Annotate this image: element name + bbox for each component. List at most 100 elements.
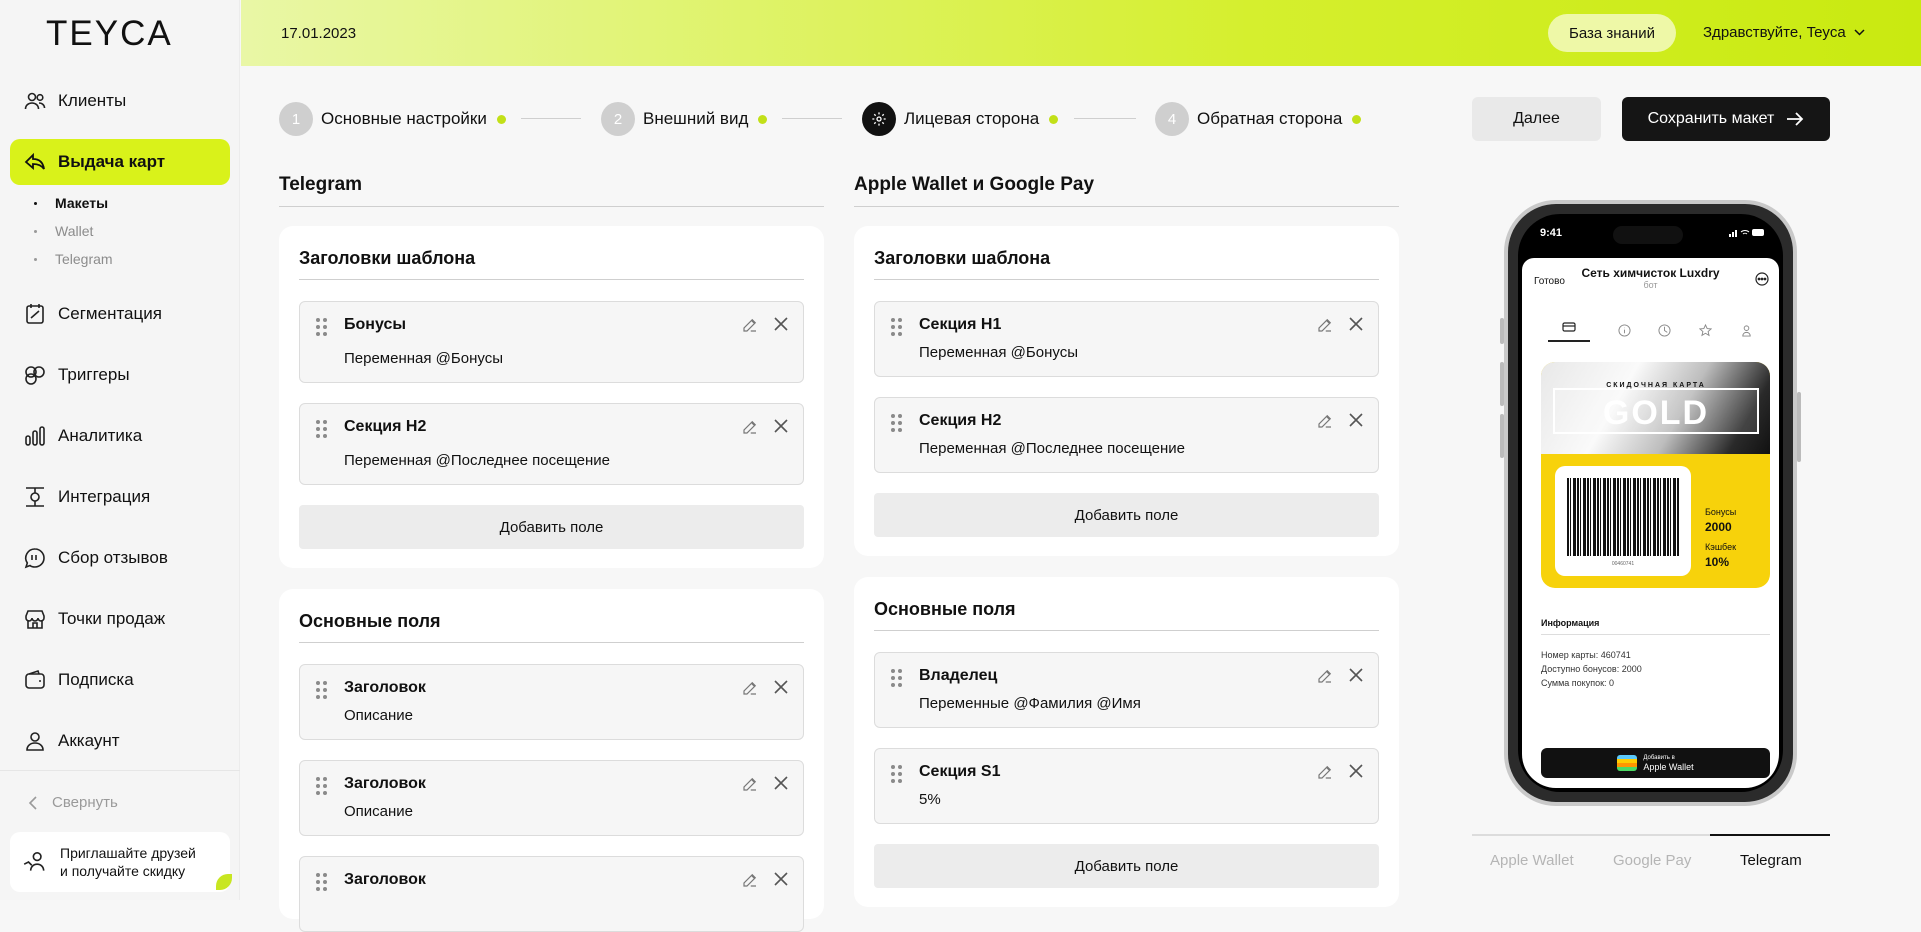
drag-handle-icon[interactable] (316, 681, 327, 699)
trigger-icon (22, 362, 48, 388)
current-date: 17.01.2023 (281, 25, 357, 42)
card-tab-icon[interactable] (1547, 318, 1590, 342)
drag-handle-icon[interactable] (316, 873, 327, 891)
edit-icon[interactable] (1316, 412, 1334, 430)
drag-handle-icon[interactable] (316, 777, 327, 795)
step-basic-settings[interactable]: 1 Основные настройки (279, 102, 506, 136)
sidebar-item-integration[interactable]: Интеграция (10, 474, 230, 520)
knowledge-base-button[interactable]: База знаний (1548, 14, 1676, 52)
feedback-icon (22, 545, 48, 571)
field-item[interactable]: Секция S1 5% (874, 748, 1379, 824)
field-item[interactable]: Заголовок (299, 856, 804, 932)
phone-screen: 9:41 Готово Сеть химчисток Luxdry бот СК… (1518, 214, 1783, 792)
close-icon[interactable] (1348, 412, 1364, 428)
field-item[interactable]: Секция H2 Переменная @Последнее посещени… (874, 397, 1379, 473)
edit-icon[interactable] (741, 775, 759, 793)
card-banner: СКИДОЧНАЯ КАРТА GOLD (1553, 382, 1759, 434)
collapse-button[interactable]: Свернуть (28, 794, 118, 811)
drag-handle-icon[interactable] (891, 414, 902, 432)
sidebar-item-account[interactable]: Аккаунт (10, 718, 230, 764)
card-title: Заголовки шаблона (299, 248, 804, 280)
close-icon[interactable] (773, 316, 789, 332)
more-icon[interactable] (1755, 272, 1769, 286)
field-title: Бонусы (344, 316, 406, 333)
drag-handle-icon[interactable] (891, 669, 902, 687)
close-icon[interactable] (1348, 763, 1364, 779)
invite-banner[interactable]: Приглашайте друзей и получайте скидку (10, 832, 232, 892)
tab-apple-wallet[interactable]: Apple Wallet (1490, 852, 1574, 869)
profile-tab-icon[interactable] (1740, 324, 1753, 337)
sidebar-item-subscription[interactable]: Подписка (10, 657, 230, 703)
tab-telegram[interactable]: Telegram (1740, 852, 1802, 869)
add-field-button[interactable]: Добавить поле (874, 493, 1379, 537)
edit-icon[interactable] (741, 679, 759, 697)
step-label: Основные настройки (321, 109, 487, 128)
loyalty-card: СКИДОЧНАЯ КАРТА GOLD 00460741 Бонусы 200… (1541, 362, 1770, 588)
integration-icon (22, 484, 48, 510)
sidebar-subitem-wallet[interactable]: Wallet (34, 223, 93, 239)
edit-icon[interactable] (741, 871, 759, 889)
sidebar-item-analytics[interactable]: Аналитика (10, 413, 230, 459)
add-field-button[interactable]: Добавить поле (299, 505, 804, 549)
sidebar-subitem-layouts[interactable]: Макеты (34, 195, 108, 211)
sidebar-item-triggers[interactable]: Триггеры (10, 352, 230, 398)
sidebar-item-label: Сегментация (58, 304, 162, 323)
sidebar-item-clients[interactable]: Клиенты (10, 78, 230, 124)
field-item[interactable]: Владелец Переменные @Фамилия @Имя (874, 652, 1379, 728)
save-layout-button[interactable]: Сохранить макет (1622, 97, 1830, 141)
sidebar-item-stores[interactable]: Точки продаж (10, 596, 230, 642)
bonus-label: Бонусы (1705, 507, 1737, 517)
sidebar-item-label: Подписка (58, 670, 134, 689)
step-front-side[interactable]: Лицевая сторона (862, 102, 1059, 136)
history-tab-icon[interactable] (1658, 323, 1672, 337)
add-to-apple-wallet-button[interactable]: Добавить в Apple Wallet (1541, 748, 1770, 778)
phone-side-button (1500, 318, 1504, 344)
user-menu[interactable]: Здравствуйте, Teyca (1703, 24, 1865, 41)
info-tab-icon[interactable] (1618, 323, 1631, 337)
edit-icon[interactable] (1316, 316, 1334, 334)
sidebar-item-segmentation[interactable]: Сегментация (10, 291, 230, 337)
drag-handle-icon[interactable] (891, 765, 902, 783)
chevron-left-icon (28, 795, 38, 810)
invite-icon (22, 849, 48, 875)
sidebar-subitem-telegram[interactable]: Telegram (34, 251, 113, 267)
drag-handle-icon[interactable] (316, 420, 327, 438)
step-back-side[interactable]: 4 Обратная сторона (1155, 102, 1362, 136)
drag-handle-icon[interactable] (891, 318, 902, 336)
close-icon[interactable] (773, 418, 789, 434)
close-icon[interactable] (1348, 316, 1364, 332)
sidebar-item-feedback[interactable]: Сбор отзывов (10, 535, 230, 581)
barcode (1567, 478, 1679, 556)
collapse-label: Свернуть (52, 794, 118, 811)
wallet-column-title: Apple Wallet и Google Pay (854, 174, 1399, 207)
close-icon[interactable] (1348, 667, 1364, 683)
star-tab-icon[interactable] (1699, 323, 1713, 337)
edit-icon[interactable] (1316, 763, 1334, 781)
field-item[interactable]: Бонусы Переменная @Бонусы (299, 301, 804, 383)
close-icon[interactable] (773, 871, 789, 887)
field-title: Заголовок (344, 775, 426, 792)
edit-icon[interactable] (1316, 667, 1334, 685)
field-item[interactable]: Секция H1 Переменная @Бонусы (874, 301, 1379, 377)
logo[interactable]: TEYCA (46, 14, 173, 54)
step-done-dot (1352, 114, 1362, 124)
step-appearance[interactable]: 2 Внешний вид (601, 102, 768, 136)
step-number: 2 (601, 102, 635, 136)
sidebar-item-cards[interactable]: Выдача карт (10, 139, 230, 185)
edit-icon[interactable] (741, 316, 759, 334)
add-field-button[interactable]: Добавить поле (874, 844, 1379, 888)
edit-icon[interactable] (741, 418, 759, 436)
close-icon[interactable] (773, 775, 789, 791)
close-icon[interactable] (773, 679, 789, 695)
info-title: Информация (1541, 618, 1770, 635)
field-desc: Переменная @Последнее посещение (344, 452, 610, 469)
field-item[interactable]: Секция H2 Переменная @Последнее посещени… (299, 403, 804, 485)
field-item[interactable]: Заголовок Описание (299, 760, 804, 836)
next-button[interactable]: Далее (1472, 97, 1601, 141)
phone-side-button (1500, 414, 1504, 458)
step-label: Обратная сторона (1197, 109, 1343, 128)
tab-google-pay[interactable]: Google Pay (1613, 852, 1691, 869)
drag-handle-icon[interactable] (316, 318, 327, 336)
field-title: Секция H1 (919, 316, 1002, 333)
field-item[interactable]: Заголовок Описание (299, 664, 804, 740)
